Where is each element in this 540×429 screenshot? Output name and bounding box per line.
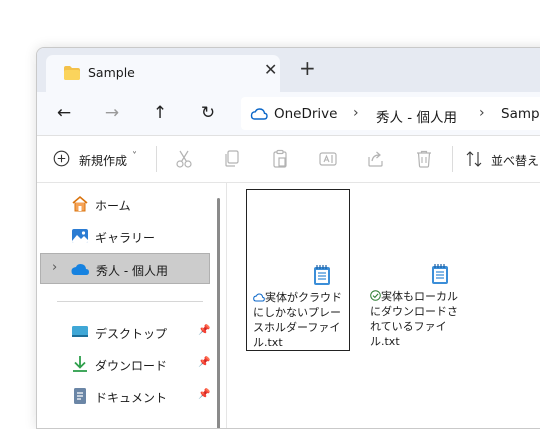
sidebar-item-downloads[interactable]: ダウンロード 📌 [40,349,210,380]
sidebar-item-gallery[interactable]: ギャラリー [40,221,210,252]
new-tab-button[interactable]: + [299,58,316,78]
command-bar: 新規作成 ˅ 並べ替え [37,136,540,182]
home-icon [72,195,88,212]
sidebar-item-label: ホーム [95,199,131,213]
pin-icon[interactable]: 📌 [198,325,210,336]
sort-button-label: 並べ替え [491,154,540,168]
file-name-text: 実体がクラウドにしかないプレースホルダーファイル.txt [253,291,342,349]
sidebar-divider [57,301,203,302]
sidebar-item-home[interactable]: ホーム [40,189,210,220]
copy-icon[interactable] [223,148,241,170]
breadcrumb-separator[interactable]: › [479,105,485,121]
sidebar-item-label: ダウンロード [95,359,168,373]
check-circle-icon [370,290,381,301]
notepad-icon [432,264,448,284]
cloud-status-icon [253,293,265,302]
new-button-label: 新規作成 [79,154,128,168]
pane-divider [226,183,227,428]
plus-circle-icon [53,150,70,167]
toolbar-separator [156,146,157,172]
document-icon [74,388,86,404]
forward-button[interactable]: → [101,102,123,124]
file-item-local[interactable]: 実体もローカルにダウンロードされているファイル.txt [364,189,468,351]
breadcrumb-personal[interactable]: 秀人 - 個人用 [376,106,457,126]
pin-icon[interactable]: 📌 [198,389,210,400]
expand-chevron-icon[interactable]: › [52,260,57,275]
tab-bar: Sample ✕ + [37,48,540,92]
back-button[interactable]: ← [53,102,75,124]
breadcrumb-sample[interactable]: Sample [501,106,540,122]
sidebar-item-label: デスクトップ [95,327,168,341]
sidebar-item-label: 秀人 - 個人用 [96,264,168,278]
file-item-cloud-only[interactable]: 実体がクラウドにしかないプレースホルダーファイル.txt [246,189,350,351]
sidebar-item-label: ギャラリー [95,231,156,245]
gallery-icon [72,229,88,243]
sidebar-item-onedrive-personal[interactable]: › 秀人 - 個人用 [40,253,210,284]
paste-icon[interactable] [271,148,289,170]
file-name-text: 実体もローカルにダウンロードされているファイル.txt [370,290,458,348]
up-button[interactable]: ↑ [149,102,171,124]
nav-bar: ← → ↑ ↻ OneDrive › 秀人 - 個人用 › Sample [37,92,540,135]
breadcrumb-onedrive[interactable]: OneDrive [274,106,337,122]
cut-icon[interactable] [175,148,193,170]
address-bar[interactable]: OneDrive › 秀人 - 個人用 › Sample [241,97,540,130]
onedrive-icon [250,108,268,120]
breadcrumb-separator[interactable]: › [353,105,359,121]
chevron-down-icon: ˅ [132,151,137,162]
pin-icon[interactable]: 📌 [198,357,210,368]
toolbar-separator [452,146,453,172]
share-icon[interactable] [367,148,385,170]
desktop-icon [72,326,88,337]
notepad-icon [314,265,330,285]
delete-icon[interactable] [415,148,433,170]
sort-icon [466,151,482,167]
onedrive-icon [71,264,89,275]
file-name: 実体もローカルにダウンロードされているファイル.txt [370,289,466,349]
navigation-pane: ホーム ギャラリー › 秀人 - 個人用 デスクトップ 📌 ダウンロード 📌 ド… [37,183,223,428]
sidebar-item-desktop[interactable]: デスクトップ 📌 [40,317,210,348]
sidebar-item-documents[interactable]: ドキュメント 📌 [40,381,210,412]
close-tab-button[interactable]: ✕ [264,62,277,78]
tab-title: Sample [88,65,135,80]
folder-icon [64,66,80,80]
new-button[interactable]: 新規作成 ˅ [53,148,143,170]
rename-icon[interactable] [319,148,337,170]
tab-sample[interactable]: Sample ✕ [46,55,280,92]
file-name: 実体がクラウドにしかないプレースホルダーファイル.txt [253,290,349,350]
refresh-button[interactable]: ↻ [197,102,219,124]
sort-button[interactable]: 並べ替え [465,148,540,170]
explorer-window: Sample ✕ + ← → ↑ ↻ OneDrive › 秀人 - 個人用 ›… [36,47,540,429]
sidebar-scrollbar[interactable] [217,198,220,428]
sidebar-item-label: ドキュメント [95,391,168,405]
download-icon [73,356,87,372]
